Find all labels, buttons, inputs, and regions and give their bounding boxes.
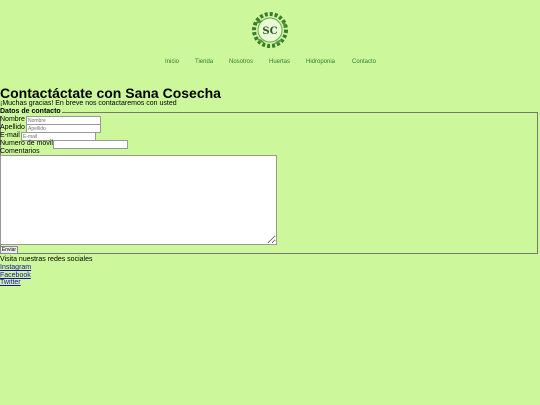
site-logo[interactable]: SC — [249, 9, 291, 51]
fieldset-legend: Datos de contacto — [0, 108, 62, 116]
twitter-link[interactable]: Twitter — [0, 279, 21, 287]
submit-button[interactable]: Enviar — [0, 246, 18, 254]
comments-textarea[interactable] — [0, 155, 277, 245]
nav-link-inicio[interactable]: Inicio — [165, 59, 179, 65]
nav-link-contacto[interactable]: Contacto — [352, 59, 376, 65]
instagram-link[interactable]: Instagram — [0, 264, 31, 272]
logo-initials: SC — [262, 26, 277, 37]
main-nav: Inicio Tienda Nosotros Huertas Hidroponi… — [0, 59, 540, 69]
leaf-wreath-icon: SC — [252, 12, 288, 48]
page-title: Contactáctate con Sana Cosecha — [0, 85, 221, 101]
mobile-input[interactable] — [53, 140, 128, 149]
nav-link-tienda[interactable]: Tienda — [195, 59, 213, 65]
nav-link-hidroponia[interactable]: Hidroponia — [306, 59, 335, 65]
social-title: Visita nuestras redes sociales — [0, 256, 93, 263]
nav-link-nosotros[interactable]: Nosotros — [229, 59, 253, 65]
nav-link-huertas[interactable]: Huertas — [269, 59, 290, 65]
mobile-label: Numero de movil — [0, 140, 53, 147]
first-name-label: Nombre — [0, 116, 25, 123]
email-label: E-mail — [0, 132, 20, 139]
thanks-message: ¡Muchas gracias! En breve nos contactare… — [0, 100, 177, 107]
last-name-label: Apellido — [0, 124, 25, 131]
